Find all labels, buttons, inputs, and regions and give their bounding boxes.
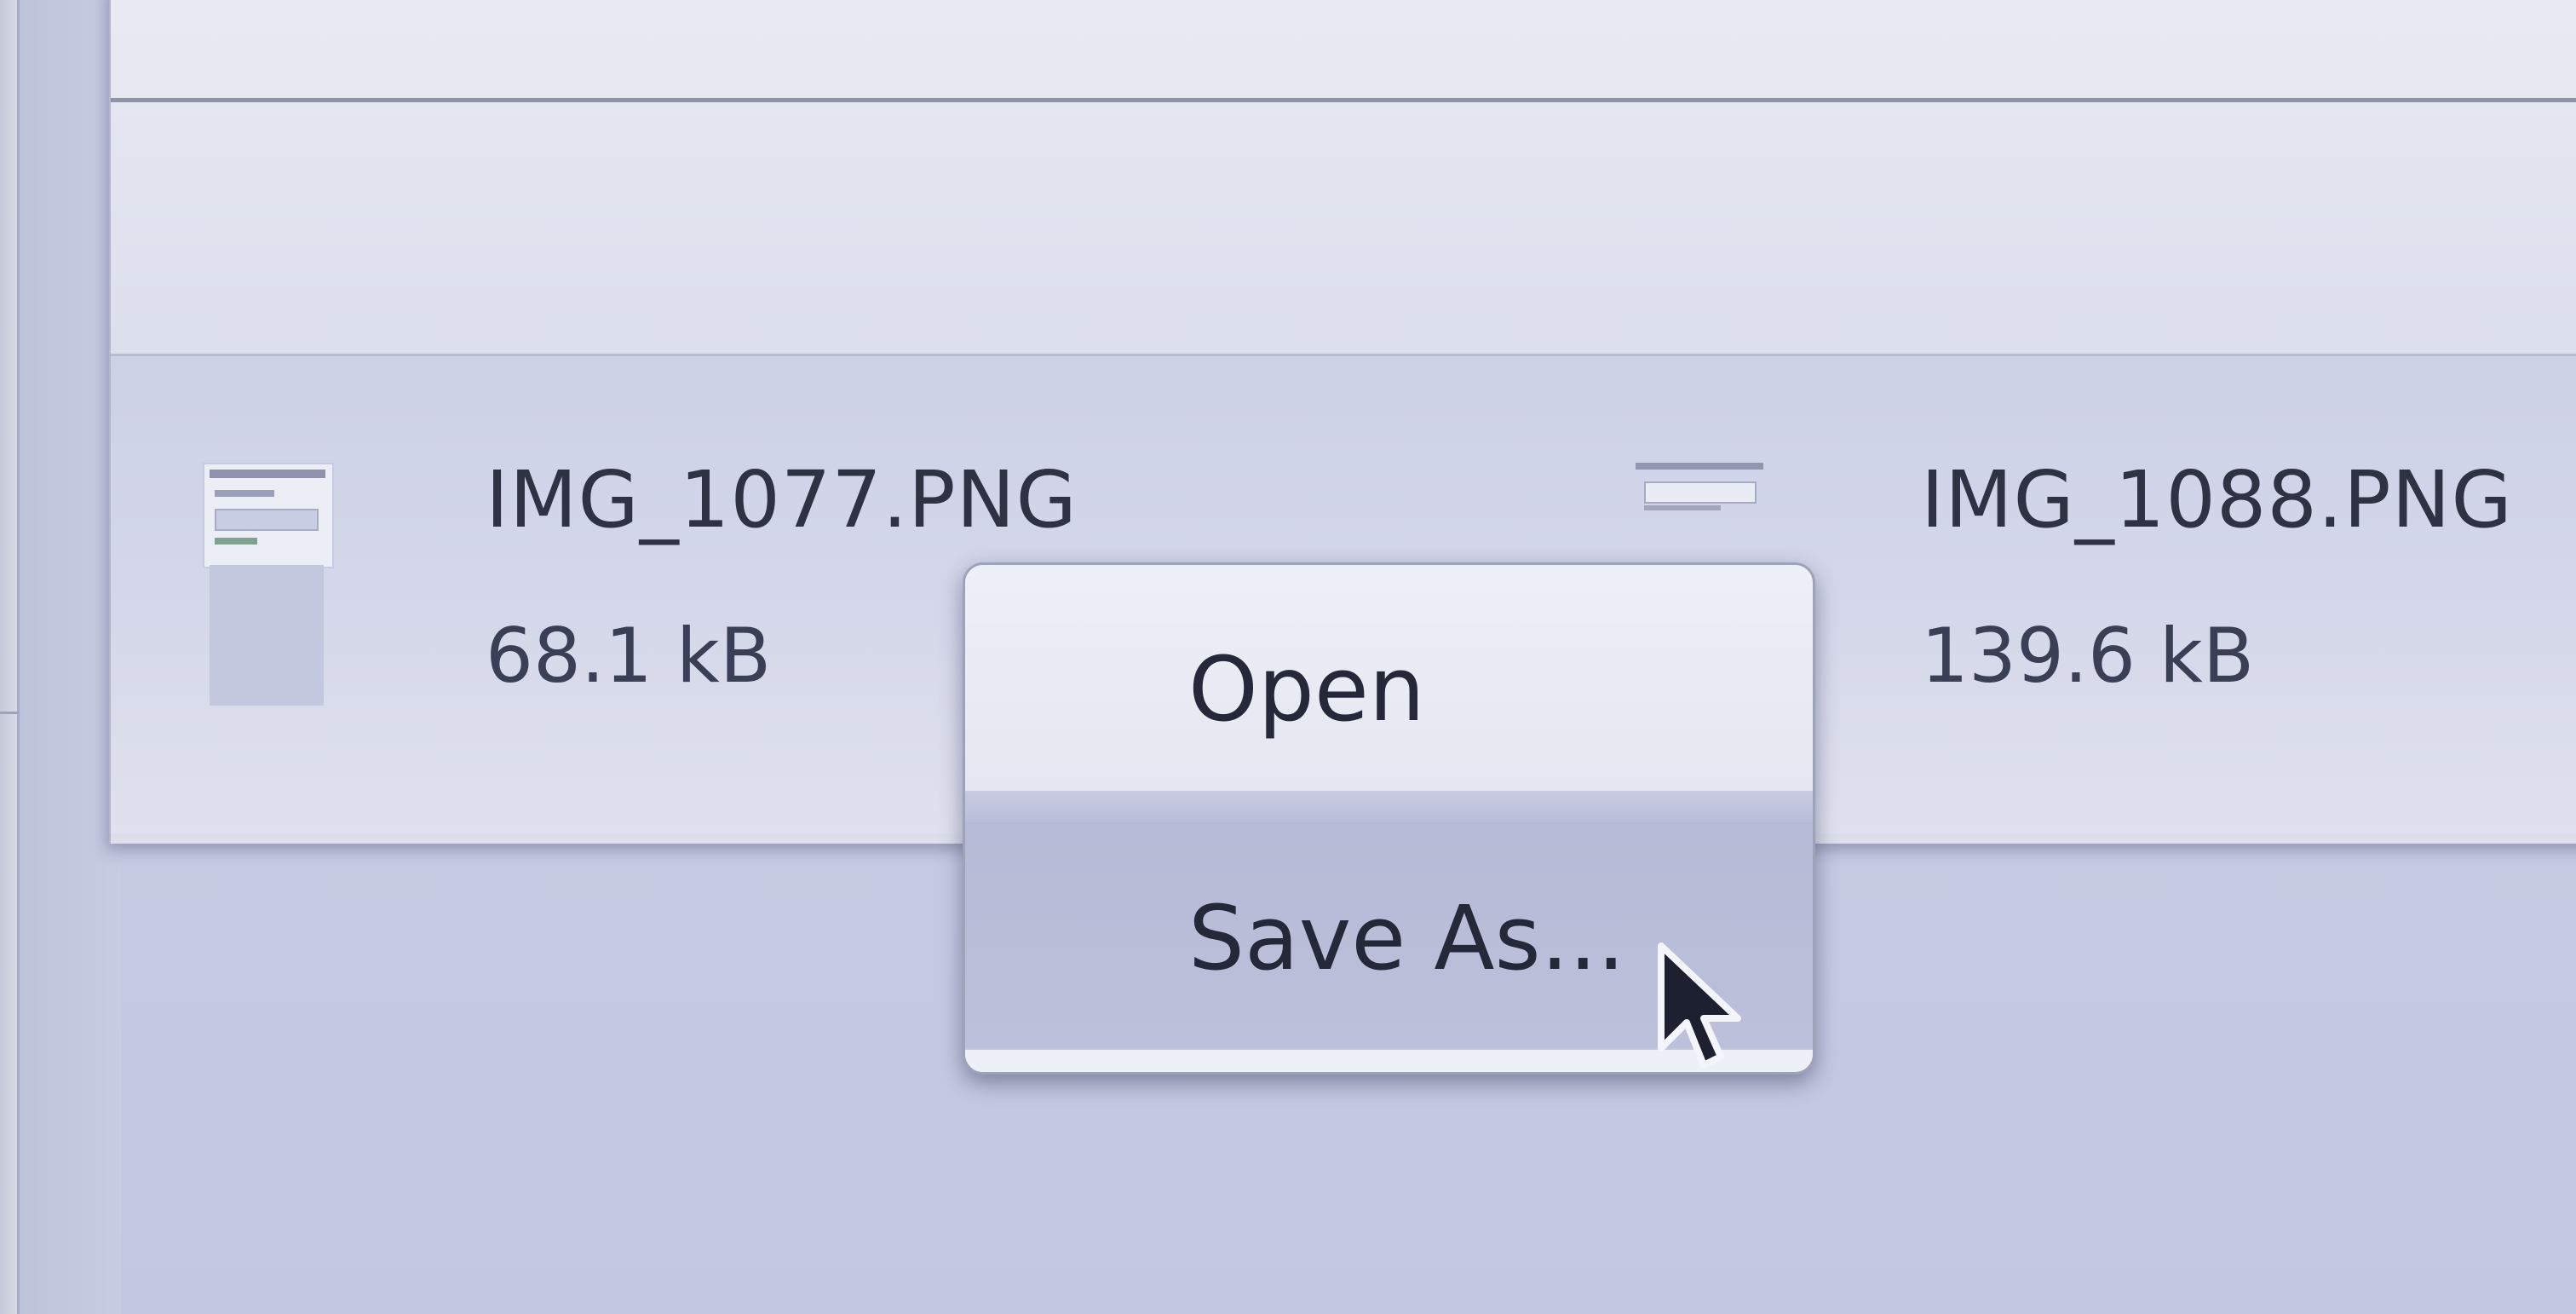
download-filename[interactable]: IMG_1077.PNG <box>486 454 1078 545</box>
menu-item-label: Save As... <box>1188 886 1625 990</box>
screen: IMG_1077.PNG 68.1 kB IMG_1088.PNG 139.6 … <box>0 0 2576 1314</box>
download-filesize: 139.6 kB <box>1921 612 2255 700</box>
menu-item-open[interactable]: Open <box>965 565 1813 791</box>
window-left-edge <box>0 0 20 1314</box>
desktop-background <box>20 0 122 1314</box>
download-filename[interactable]: IMG_1088.PNG <box>1921 454 2513 545</box>
arrow-pointer-icon <box>1658 942 1741 1069</box>
png-file-thumbnail-icon <box>1636 463 1763 514</box>
menu-item-label: Open <box>1188 637 1425 741</box>
menu-separator <box>965 791 1813 822</box>
window-content-area <box>111 102 2576 354</box>
download-filesize: 68.1 kB <box>486 612 772 700</box>
left-edge-divider <box>0 712 19 714</box>
png-file-thumbnail-icon <box>203 463 334 710</box>
